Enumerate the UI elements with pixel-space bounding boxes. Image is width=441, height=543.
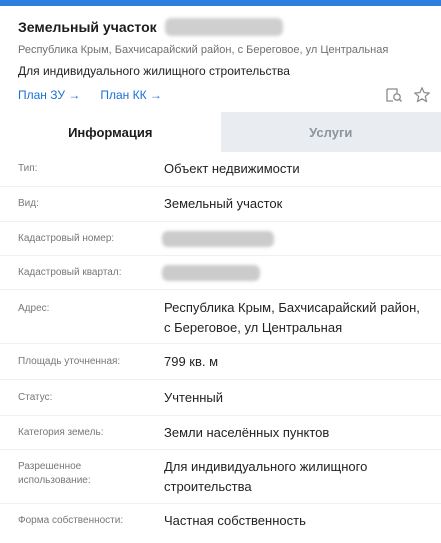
plan-zu-link[interactable]: План ЗУ → xyxy=(18,88,80,102)
permitted-use-label: Разрешенное использование: xyxy=(18,461,91,486)
plan-kk-link[interactable]: План КК → xyxy=(100,88,162,102)
row-area: Площадь уточненная: 799 кв. м xyxy=(0,344,441,380)
kind-value: Земельный участок xyxy=(164,196,283,211)
row-permitted-use: Разрешенное использование: Для индивидуа… xyxy=(0,450,441,504)
address-value: Республика Крым, Бахчисарайский район, с… xyxy=(164,300,420,335)
land-category-value: Земли населённых пунктов xyxy=(164,425,330,440)
object-purpose: Для индивидуального жилищного строительс… xyxy=(18,64,290,78)
type-value: Объект недвижимости xyxy=(164,161,300,176)
kind-label: Вид: xyxy=(18,198,39,209)
row-kind: Вид: Земельный участок xyxy=(0,187,441,222)
row-cadastral-number: Кадастровый номер: xyxy=(0,222,441,256)
area-label: Площадь уточненная: xyxy=(18,356,121,367)
property-details: Тип: Объект недвижимости Вид: Земельный … xyxy=(0,152,441,538)
row-cadastral-block: Кадастровый квартал: xyxy=(0,256,441,290)
redacted-title-number xyxy=(164,18,283,36)
row-ownership: Форма собственности: Частная собственнос… xyxy=(0,504,441,538)
redacted-cadastral-number xyxy=(162,231,274,247)
cadastral-block-label: Кадастровый квартал: xyxy=(18,267,122,278)
permitted-use-value: Для индивидуального жилищного строительс… xyxy=(164,459,368,494)
star-icon[interactable] xyxy=(413,86,431,104)
row-address: Адрес: Республика Крым, Бахчисарайский р… xyxy=(0,290,441,344)
map-search-icon[interactable] xyxy=(385,86,403,104)
object-title: Земельный участок xyxy=(18,19,157,35)
title-row: Земельный участок xyxy=(18,18,283,36)
ownership-label: Форма собственности: xyxy=(18,515,124,526)
redacted-cadastral-block xyxy=(162,265,260,281)
status-value: Учтенный xyxy=(164,390,224,405)
tab-bar: Информация Услуги xyxy=(0,112,441,152)
tab-services[interactable]: Услуги xyxy=(220,112,441,152)
land-category-label: Категория земель: xyxy=(18,427,104,438)
row-type: Тип: Объект недвижимости xyxy=(0,152,441,187)
ownership-value: Частная собственность xyxy=(164,513,306,528)
object-address: Республика Крым, Бахчисарайский район, с… xyxy=(18,44,389,56)
tab-information[interactable]: Информация xyxy=(0,112,221,152)
object-header: Земельный участок Республика Крым, Бахчи… xyxy=(0,6,441,112)
area-value: 799 кв. м xyxy=(164,354,219,369)
row-land-category: Категория земель: Земли населённых пункт… xyxy=(0,416,441,450)
type-label: Тип: xyxy=(18,163,38,174)
plan-links: План ЗУ → План КК → xyxy=(18,88,162,102)
status-label: Статус: xyxy=(18,392,53,403)
address-label: Адрес: xyxy=(18,303,50,314)
header-tools xyxy=(385,86,431,104)
row-status: Статус: Учтенный xyxy=(0,380,441,416)
cadastral-number-label: Кадастровый номер: xyxy=(18,233,115,244)
